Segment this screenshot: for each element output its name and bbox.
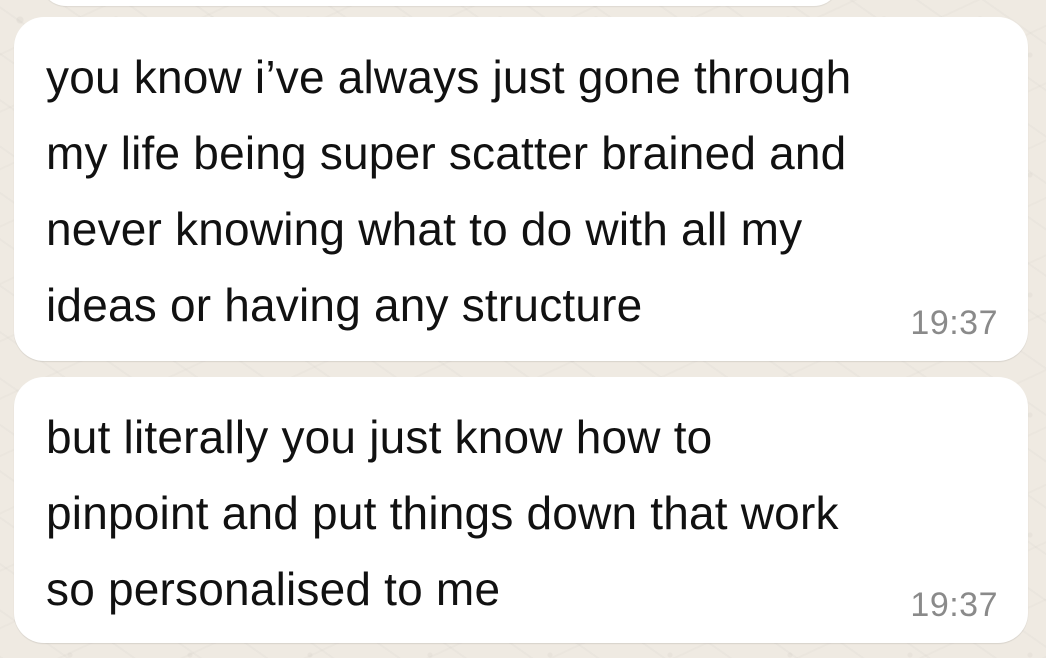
message-timestamp: 19:37 [910,586,998,624]
message-text: but literally you just know how to pinpo… [46,399,986,627]
message-timestamp: 19:37 [910,304,998,342]
message-text: you know i’ve always just gone through m… [46,39,986,343]
message-line: pinpoint and put things down that work [46,487,839,539]
message-line: my life being super scatter brained and [46,127,847,179]
message-line: but literally you just know how to [46,411,713,463]
message-bubble[interactable]: but literally you just know how to pinpo… [14,377,1028,643]
previous-message-bubble[interactable] [40,0,840,6]
message-bubble[interactable]: you know i’ve always just gone through m… [14,17,1028,361]
message-line: so personalised to me [46,563,501,615]
message-line: ideas or having any structure [46,279,643,331]
message-line: never knowing what to do with all my [46,203,803,255]
message-line: you know i’ve always just gone through [46,51,852,103]
